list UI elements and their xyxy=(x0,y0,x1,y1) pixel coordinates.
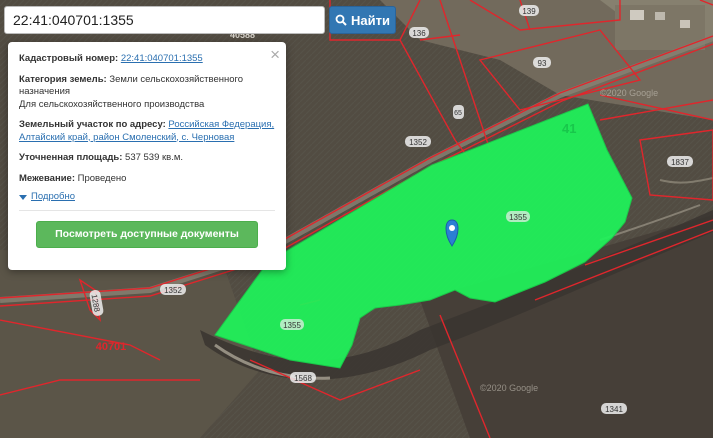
address-label: Земельный участок по адресу: xyxy=(19,119,166,130)
google-watermark-2: ©2020 Google xyxy=(480,383,538,393)
map-label-93: 93 xyxy=(538,59,547,68)
map-label-1352-a: 1352 xyxy=(409,138,427,147)
map-label-1355-b: 1355 xyxy=(283,321,301,330)
map-label-41: 41 xyxy=(562,121,576,136)
search-button-label: Найти xyxy=(351,12,390,28)
search-input[interactable] xyxy=(4,6,325,34)
map-label-1837: 1837 xyxy=(671,158,689,167)
map-label-139: 139 xyxy=(522,7,536,16)
details-toggle[interactable]: Подробно xyxy=(19,191,275,211)
map-label-1568: 1568 xyxy=(294,374,312,383)
map-label-65: 65 xyxy=(454,110,462,117)
search-bar: Найти xyxy=(4,6,396,34)
cadastral-label: Кадастровый номер: xyxy=(19,53,119,64)
cadastral-link[interactable]: 22:41:040701:1355 xyxy=(121,53,203,64)
parcel-info-popup: × Кадастровый номер: 22:41:040701:1355 К… xyxy=(8,42,286,270)
category-use: Для сельскохозяйственного производства xyxy=(19,98,205,110)
category-row: Категория земель: Земли сельскохозяйстве… xyxy=(19,74,275,112)
survey-label: Межевание: xyxy=(19,172,75,184)
survey-value: Проведено xyxy=(77,172,127,184)
google-watermark-1: ©2020 Google xyxy=(600,88,658,98)
search-icon xyxy=(335,14,347,26)
map-label-1341: 1341 xyxy=(605,405,623,414)
cadastral-row: Кадастровый номер: 22:41:040701:1355 xyxy=(19,53,275,66)
map-label-1352-b: 1352 xyxy=(164,286,182,295)
category-label: Категория земель: xyxy=(19,73,107,85)
area-value: 537 539 кв.м. xyxy=(125,152,184,163)
address-row: Земельный участок по адресу: Российская … xyxy=(19,119,275,144)
search-button[interactable]: Найти xyxy=(329,6,396,34)
view-documents-button[interactable]: Посмотреть доступные документы xyxy=(36,220,258,248)
caret-down-icon xyxy=(19,194,27,200)
details-link[interactable]: Подробно xyxy=(31,191,75,204)
map-label-40701: 40701 xyxy=(96,341,127,353)
area-label: Уточненная площадь: xyxy=(19,152,123,163)
survey-row: Межевание: Проведено xyxy=(19,173,275,186)
map-label-136: 136 xyxy=(412,29,426,38)
close-icon[interactable]: × xyxy=(270,46,280,63)
area-row: Уточненная площадь: 537 539 кв.м. xyxy=(19,152,275,165)
map-label-1355-a: 1355 xyxy=(509,213,527,222)
